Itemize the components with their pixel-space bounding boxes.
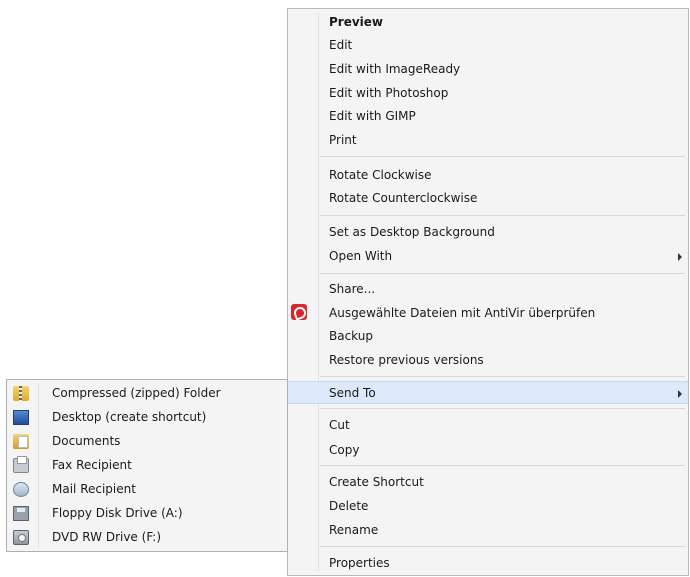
submenu-item-documents[interactable]: Documents	[7, 430, 287, 454]
menu-item-edit-with-photoshop[interactable]: Edit with Photoshop	[288, 82, 688, 105]
menu-item-preview[interactable]: Preview	[288, 11, 688, 34]
dvd-drive-icon	[13, 530, 29, 545]
menu-item-open-with[interactable]: Open With	[288, 245, 688, 268]
menu-item-create-shortcut[interactable]: Create Shortcut	[288, 471, 688, 494]
menu-item-label: Rename	[329, 523, 379, 537]
menu-item-cut[interactable]: Cut	[288, 414, 688, 437]
submenu-item-compressed-folder[interactable]: Compressed (zipped) Folder	[7, 382, 287, 406]
menu-item-label: Rotate Clockwise	[329, 168, 432, 182]
menu-item-rotate-counterclockwise[interactable]: Rotate Counterclockwise	[288, 187, 688, 210]
mail-icon	[13, 482, 29, 497]
menu-item-edit[interactable]: Edit	[288, 34, 688, 57]
menu-item-delete[interactable]: Delete	[288, 495, 688, 518]
menu-item-label: Send To	[329, 386, 376, 400]
menu-item-edit-with-imageready[interactable]: Edit with ImageReady	[288, 58, 688, 81]
menu-item-set-desktop-background[interactable]: Set as Desktop Background	[288, 221, 688, 244]
menu-item-antivir-scan[interactable]: Ausgewählte Dateien mit AntiVir überprüf…	[288, 302, 688, 325]
menu-item-label: Edit with GIMP	[329, 109, 416, 123]
submenu-item-desktop[interactable]: Desktop (create shortcut)	[7, 406, 287, 430]
antivir-icon	[291, 304, 307, 320]
zip-folder-icon	[13, 386, 29, 401]
send-to-submenu: Compressed (zipped) Folder Desktop (crea…	[6, 379, 288, 552]
menu-item-label: Rotate Counterclockwise	[329, 191, 478, 205]
floppy-drive-icon	[13, 506, 29, 521]
context-menu: Preview Edit Edit with ImageReady Edit w…	[287, 8, 689, 576]
menu-separator	[320, 376, 685, 377]
menu-item-label: Create Shortcut	[329, 475, 424, 489]
submenu-item-label: Floppy Disk Drive (A:)	[52, 506, 183, 520]
menu-item-rotate-clockwise[interactable]: Rotate Clockwise	[288, 164, 688, 187]
menu-item-send-to[interactable]: Send To	[288, 381, 688, 404]
menu-item-label: Restore previous versions	[329, 353, 484, 367]
menu-separator	[320, 273, 685, 274]
submenu-arrow-icon	[678, 390, 682, 398]
submenu-item-fax-recipient[interactable]: Fax Recipient	[7, 454, 287, 478]
menu-item-label: Delete	[329, 499, 369, 513]
menu-item-label: Set as Desktop Background	[329, 225, 495, 239]
menu-item-label: Ausgewählte Dateien mit AntiVir überprüf…	[329, 306, 596, 320]
submenu-item-label: Mail Recipient	[52, 482, 136, 496]
desktop-icon	[13, 410, 29, 425]
menu-item-label: Copy	[329, 443, 360, 457]
menu-item-backup[interactable]: Backup	[288, 325, 688, 348]
menu-item-label: Edit with Photoshop	[329, 86, 449, 100]
menu-item-label: Cut	[329, 418, 350, 432]
menu-item-label: Share...	[329, 282, 376, 296]
menu-separator	[320, 465, 685, 466]
menu-item-label: Backup	[329, 329, 373, 343]
submenu-item-label: Desktop (create shortcut)	[52, 410, 207, 424]
menu-separator	[320, 546, 685, 547]
menu-item-label: Print	[329, 133, 357, 147]
documents-folder-icon	[13, 434, 29, 449]
menu-item-restore-previous-versions[interactable]: Restore previous versions	[288, 349, 688, 372]
menu-item-label: Preview	[329, 15, 384, 29]
menu-item-print[interactable]: Print	[288, 129, 688, 152]
menu-item-label: Edit	[329, 38, 353, 52]
submenu-item-label: Documents	[52, 434, 121, 448]
submenu-item-label: Fax Recipient	[52, 458, 132, 472]
submenu-item-label: DVD RW Drive (F:)	[52, 530, 162, 544]
submenu-item-label: Compressed (zipped) Folder	[52, 386, 221, 400]
menu-separator	[320, 215, 685, 216]
menu-item-rename[interactable]: Rename	[288, 519, 688, 542]
menu-item-share[interactable]: Share...	[288, 278, 688, 301]
menu-separator	[320, 408, 685, 409]
submenu-item-floppy-drive[interactable]: Floppy Disk Drive (A:)	[7, 502, 287, 526]
menu-item-edit-with-gimp[interactable]: Edit with GIMP	[288, 105, 688, 128]
menu-item-copy[interactable]: Copy	[288, 439, 688, 462]
menu-item-properties[interactable]: Properties	[288, 552, 688, 575]
menu-item-label: Properties	[329, 556, 390, 570]
submenu-arrow-icon	[678, 253, 682, 261]
fax-icon	[13, 456, 29, 473]
submenu-item-mail-recipient[interactable]: Mail Recipient	[7, 478, 287, 502]
menu-item-label: Edit with ImageReady	[329, 62, 461, 76]
menu-separator	[320, 156, 685, 157]
submenu-item-dvd-drive[interactable]: DVD RW Drive (F:)	[7, 526, 287, 550]
menu-item-label: Open With	[329, 249, 393, 263]
